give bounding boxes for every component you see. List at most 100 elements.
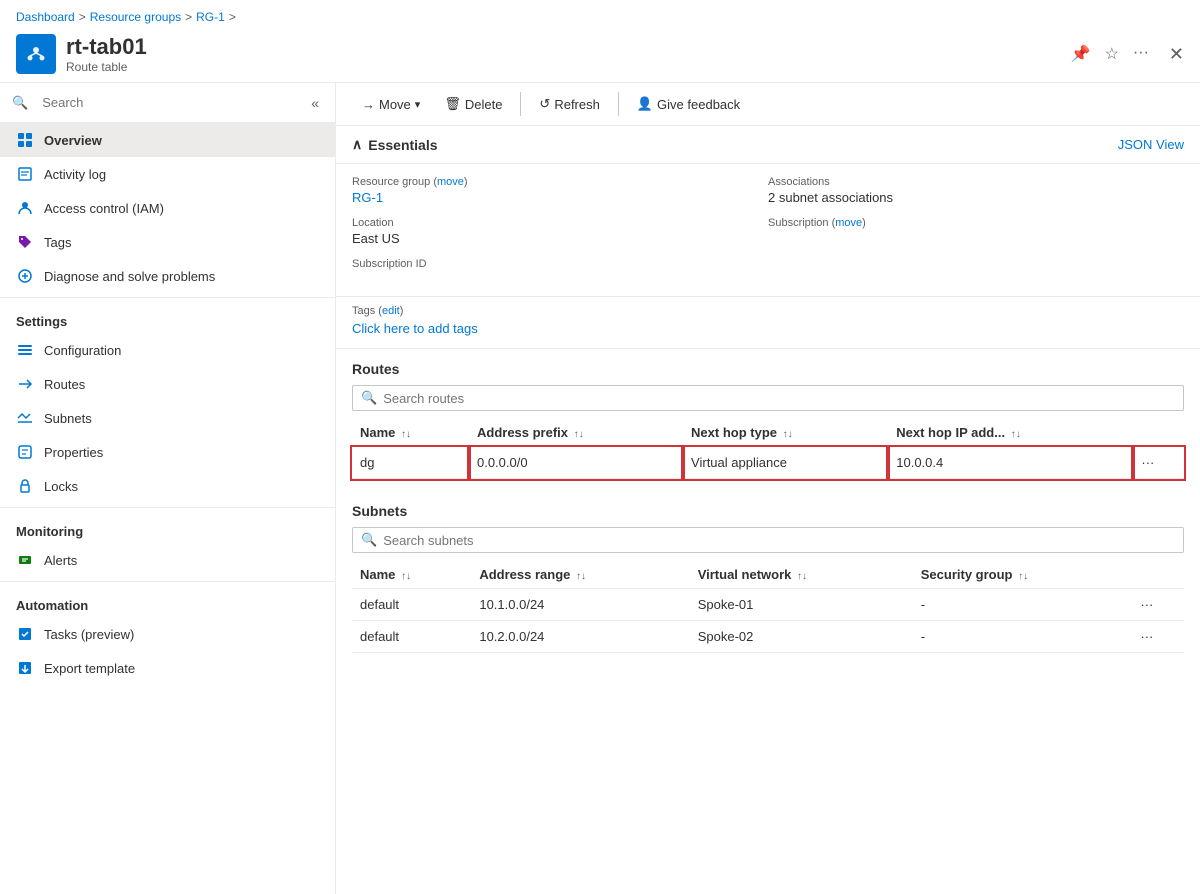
- feedback-icon: 👤: [637, 96, 653, 112]
- sidebar-item-routes[interactable]: Routes: [0, 367, 335, 401]
- subnets-col-name: Name ↑↓: [352, 561, 471, 589]
- sort-icon-prefix[interactable]: ↑↓: [574, 429, 584, 440]
- monitoring-section-label: Monitoring: [0, 512, 335, 543]
- close-button[interactable]: ✕: [1169, 44, 1184, 65]
- feedback-button[interactable]: 👤 Give feedback: [627, 91, 750, 117]
- sidebar-item-export-template[interactable]: Export template: [0, 651, 335, 685]
- sort-icon-name[interactable]: ↑↓: [401, 429, 411, 440]
- sidebar-item-tags[interactable]: Tags: [0, 225, 335, 259]
- subnets-col-range: Address range ↑↓: [471, 561, 689, 589]
- sidebar-label-diagnose: Diagnose and solve problems: [44, 269, 215, 284]
- routes-col-name: Name ↑↓: [352, 419, 469, 447]
- sidebar-item-alerts[interactable]: Alerts: [0, 543, 335, 577]
- more-icon[interactable]: ···: [1133, 44, 1149, 64]
- resource-icon: [16, 34, 56, 74]
- move-label: Move: [379, 97, 411, 112]
- tags-icon: [16, 233, 34, 251]
- breadcrumb-rg1[interactable]: RG-1: [196, 10, 225, 24]
- subnet-range-2: 10.2.0.0/24: [471, 621, 689, 653]
- sidebar-label-iam: Access control (IAM): [44, 201, 164, 216]
- refresh-label: Refresh: [554, 97, 600, 112]
- sidebar-item-locks[interactable]: Locks: [0, 469, 335, 503]
- essentials-subscription-id: Subscription ID: [352, 258, 768, 272]
- subnets-col-vnet: Virtual network ↑↓: [690, 561, 913, 589]
- sidebar-item-overview[interactable]: Overview: [0, 123, 335, 157]
- sidebar-item-configuration[interactable]: Configuration: [0, 333, 335, 367]
- resource-title-block: rt-tab01 Route table: [66, 34, 1071, 74]
- move-icon: →: [362, 97, 375, 112]
- breadcrumb-dashboard[interactable]: Dashboard: [16, 10, 75, 24]
- essentials-resource-group: Resource group (move) RG-1: [352, 176, 768, 205]
- table-row[interactable]: default 10.2.0.0/24 Spoke-02 - ···: [352, 621, 1184, 653]
- table-row[interactable]: default 10.1.0.0/24 Spoke-01 - ···: [352, 589, 1184, 621]
- route-more-btn[interactable]: ···: [1133, 447, 1184, 479]
- sidebar-label-tasks: Tasks (preview): [44, 627, 134, 642]
- properties-icon: [16, 443, 34, 461]
- subnet-vnet-2: Spoke-02: [690, 621, 913, 653]
- breadcrumb: Dashboard > Resource groups > RG-1 >: [0, 0, 1200, 30]
- page-title: rt-tab01: [66, 34, 1071, 60]
- locks-icon: [16, 477, 34, 495]
- subnets-icon: [16, 409, 34, 427]
- move-chevron-icon: ▾: [415, 98, 421, 111]
- sidebar-item-tasks[interactable]: Tasks (preview): [0, 617, 335, 651]
- subnets-search-field: 🔍: [352, 527, 1184, 553]
- sort-icon-hop-ip[interactable]: ↑↓: [1011, 429, 1021, 440]
- subnets-search-input[interactable]: [383, 533, 1175, 548]
- sort-icon-sg[interactable]: ↑↓: [1018, 571, 1028, 582]
- add-tags-link[interactable]: Click here to add tags: [352, 321, 478, 336]
- activity-log-icon: [16, 165, 34, 183]
- delete-button[interactable]: 🗑 Delete: [434, 91, 512, 117]
- routes-search-input[interactable]: [383, 391, 1175, 406]
- search-input[interactable]: [34, 91, 301, 114]
- feedback-label: Give feedback: [657, 97, 740, 112]
- sidebar-item-access-control[interactable]: Access control (IAM): [0, 191, 335, 225]
- sidebar-item-properties[interactable]: Properties: [0, 435, 335, 469]
- pin-icon[interactable]: 📌: [1071, 44, 1091, 64]
- subnets-title: Subnets: [352, 503, 1184, 519]
- essentials-title: ∧ Essentials: [352, 136, 438, 153]
- subnet-more-1[interactable]: ···: [1132, 589, 1184, 621]
- sort-icon-subnet-name[interactable]: ↑↓: [401, 571, 411, 582]
- subnet-sg-2: -: [913, 621, 1133, 653]
- sidebar-item-diagnose[interactable]: Diagnose and solve problems: [0, 259, 335, 293]
- sidebar-label-locks: Locks: [44, 479, 78, 494]
- json-view-link[interactable]: JSON View: [1118, 137, 1184, 152]
- collapse-button[interactable]: «: [307, 93, 323, 113]
- route-prefix: 0.0.0.0/0: [469, 447, 683, 479]
- move-button[interactable]: → Move ▾: [352, 92, 430, 117]
- refresh-icon: ↺: [539, 96, 550, 112]
- sidebar-item-subnets[interactable]: Subnets: [0, 401, 335, 435]
- table-row[interactable]: dg 0.0.0.0/0 Virtual appliance 10.0.0.4 …: [352, 447, 1184, 479]
- settings-section-label: Settings: [0, 302, 335, 333]
- essentials-chevron-icon: ∧: [352, 136, 362, 153]
- star-icon[interactable]: ☆: [1105, 44, 1119, 64]
- sort-icon-range[interactable]: ↑↓: [576, 571, 586, 582]
- overview-icon: [16, 131, 34, 149]
- essentials-grid: Resource group (move) RG-1 Associations …: [336, 164, 1200, 297]
- sort-icon-hop-type[interactable]: ↑↓: [783, 429, 793, 440]
- sidebar-label-routes: Routes: [44, 377, 85, 392]
- essentials-header: ∧ Essentials JSON View: [336, 126, 1200, 164]
- route-hop-type: Virtual appliance: [683, 447, 888, 479]
- resource-group-move-link[interactable]: move: [437, 176, 464, 188]
- breadcrumb-resource-groups[interactable]: Resource groups: [90, 10, 181, 24]
- tags-section: Tags (edit) Click here to add tags: [336, 297, 1200, 349]
- sort-icon-vnet[interactable]: ↑↓: [797, 571, 807, 582]
- sidebar-label-alerts: Alerts: [44, 553, 77, 568]
- sidebar: 🔍 « Overview Activity log: [0, 83, 336, 894]
- subnet-more-2[interactable]: ···: [1132, 621, 1184, 653]
- routes-search-field: 🔍: [352, 385, 1184, 411]
- sidebar-item-activity-log[interactable]: Activity log: [0, 157, 335, 191]
- delete-icon: 🗑: [444, 96, 461, 112]
- header-icons: 📌 ☆ ···: [1071, 44, 1149, 64]
- refresh-button[interactable]: ↺ Refresh: [529, 91, 609, 117]
- essentials-title-text: Essentials: [368, 137, 437, 153]
- tags-edit-link[interactable]: edit: [382, 305, 400, 317]
- resource-subtitle: Route table: [66, 60, 1071, 74]
- essentials-subscription: Subscription (move): [768, 217, 1184, 246]
- automation-section-label: Automation: [0, 586, 335, 617]
- essentials-location: Location East US: [352, 217, 768, 246]
- subscription-move-link[interactable]: move: [835, 217, 862, 229]
- rg1-link[interactable]: RG-1: [352, 190, 383, 205]
